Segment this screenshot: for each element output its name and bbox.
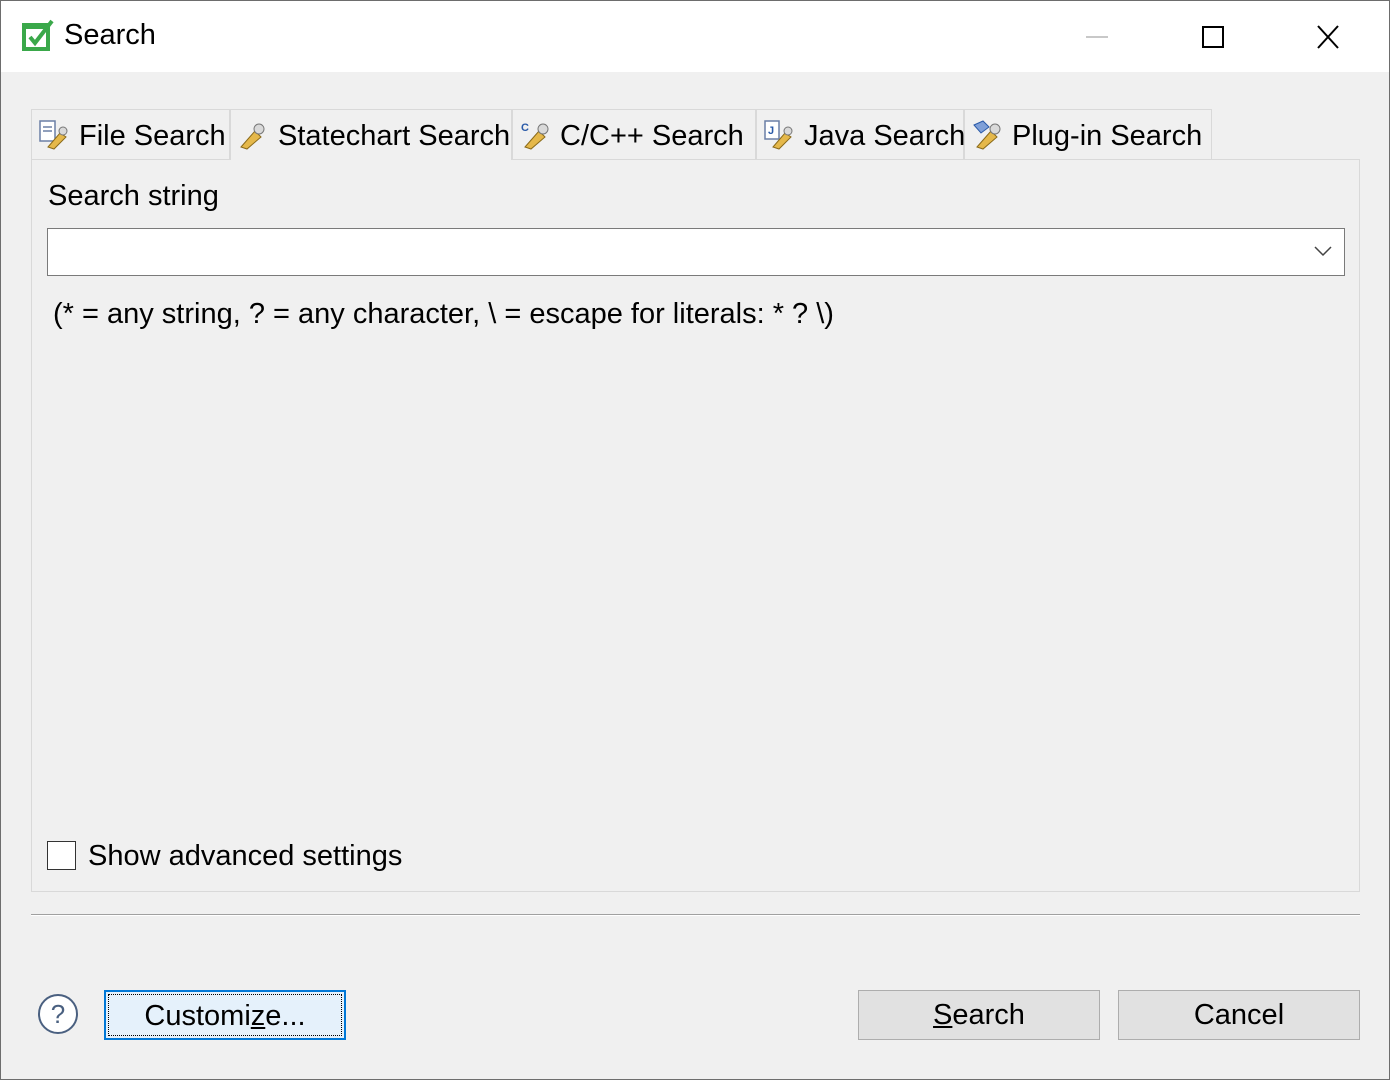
customize-label-start: Customi	[144, 1000, 251, 1032]
cancel-button[interactable]: Cancel	[1118, 990, 1360, 1040]
tab-label: Java Search	[804, 120, 966, 152]
tab-statechart-search[interactable]: Statechart Search	[230, 109, 512, 160]
maximize-icon	[1202, 26, 1224, 48]
search-label-rest: earch	[952, 999, 1025, 1031]
tab-label: Plug-in Search	[1012, 120, 1203, 152]
show-advanced-checkbox[interactable]	[47, 841, 76, 870]
cpp-search-icon: C	[521, 122, 549, 150]
search-button[interactable]: Search	[858, 990, 1100, 1040]
svg-text:J: J	[768, 125, 774, 137]
svg-text:?: ?	[51, 999, 65, 1029]
svg-text:C: C	[521, 122, 529, 134]
wildcard-hint: (* = any string, ? = any character, \ = …	[53, 298, 834, 330]
customize-mnemonic: z	[250, 1000, 266, 1032]
chevron-down-icon[interactable]	[1314, 243, 1332, 259]
file-search-icon	[39, 120, 68, 150]
tab-label: C/C++ Search	[560, 120, 744, 152]
customize-label-end: e...	[265, 1000, 306, 1032]
minimize-button[interactable]	[1041, 1, 1155, 72]
statechart-search-icon	[240, 123, 265, 150]
maximize-button[interactable]	[1155, 1, 1269, 72]
tab-plugin-search[interactable]: Plug-in Search	[964, 109, 1212, 159]
search-dialog: Search File Search Statechart Search C C…	[0, 0, 1390, 1080]
plugin-search-icon	[973, 120, 1001, 150]
close-button[interactable]	[1271, 1, 1385, 72]
tab-file-search[interactable]: File Search	[31, 109, 230, 159]
statechart-search-panel: Search string (* = any string, ? = any c…	[31, 159, 1360, 892]
java-search-icon: J	[764, 120, 793, 150]
customize-button[interactable]: Customize...	[104, 990, 346, 1040]
title-bar: Search	[1, 1, 1389, 72]
help-icon[interactable]: ?	[37, 993, 79, 1035]
show-advanced-label[interactable]: Show advanced settings	[88, 840, 402, 873]
search-app-icon	[22, 19, 54, 51]
search-mnemonic: S	[933, 999, 953, 1031]
search-string-label: Search string	[48, 180, 219, 212]
search-string-combo[interactable]	[47, 228, 1345, 276]
tab-label: Statechart Search	[278, 120, 511, 152]
cancel-label: Cancel	[1193, 999, 1285, 1031]
tab-label: File Search	[79, 120, 226, 152]
tab-cpp-search[interactable]: C C/C++ Search	[512, 109, 756, 159]
tab-java-search[interactable]: J Java Search	[756, 109, 966, 159]
window-title: Search	[64, 19, 156, 51]
close-icon	[1317, 25, 1339, 49]
separator	[31, 914, 1360, 916]
minimize-icon	[1086, 36, 1108, 38]
